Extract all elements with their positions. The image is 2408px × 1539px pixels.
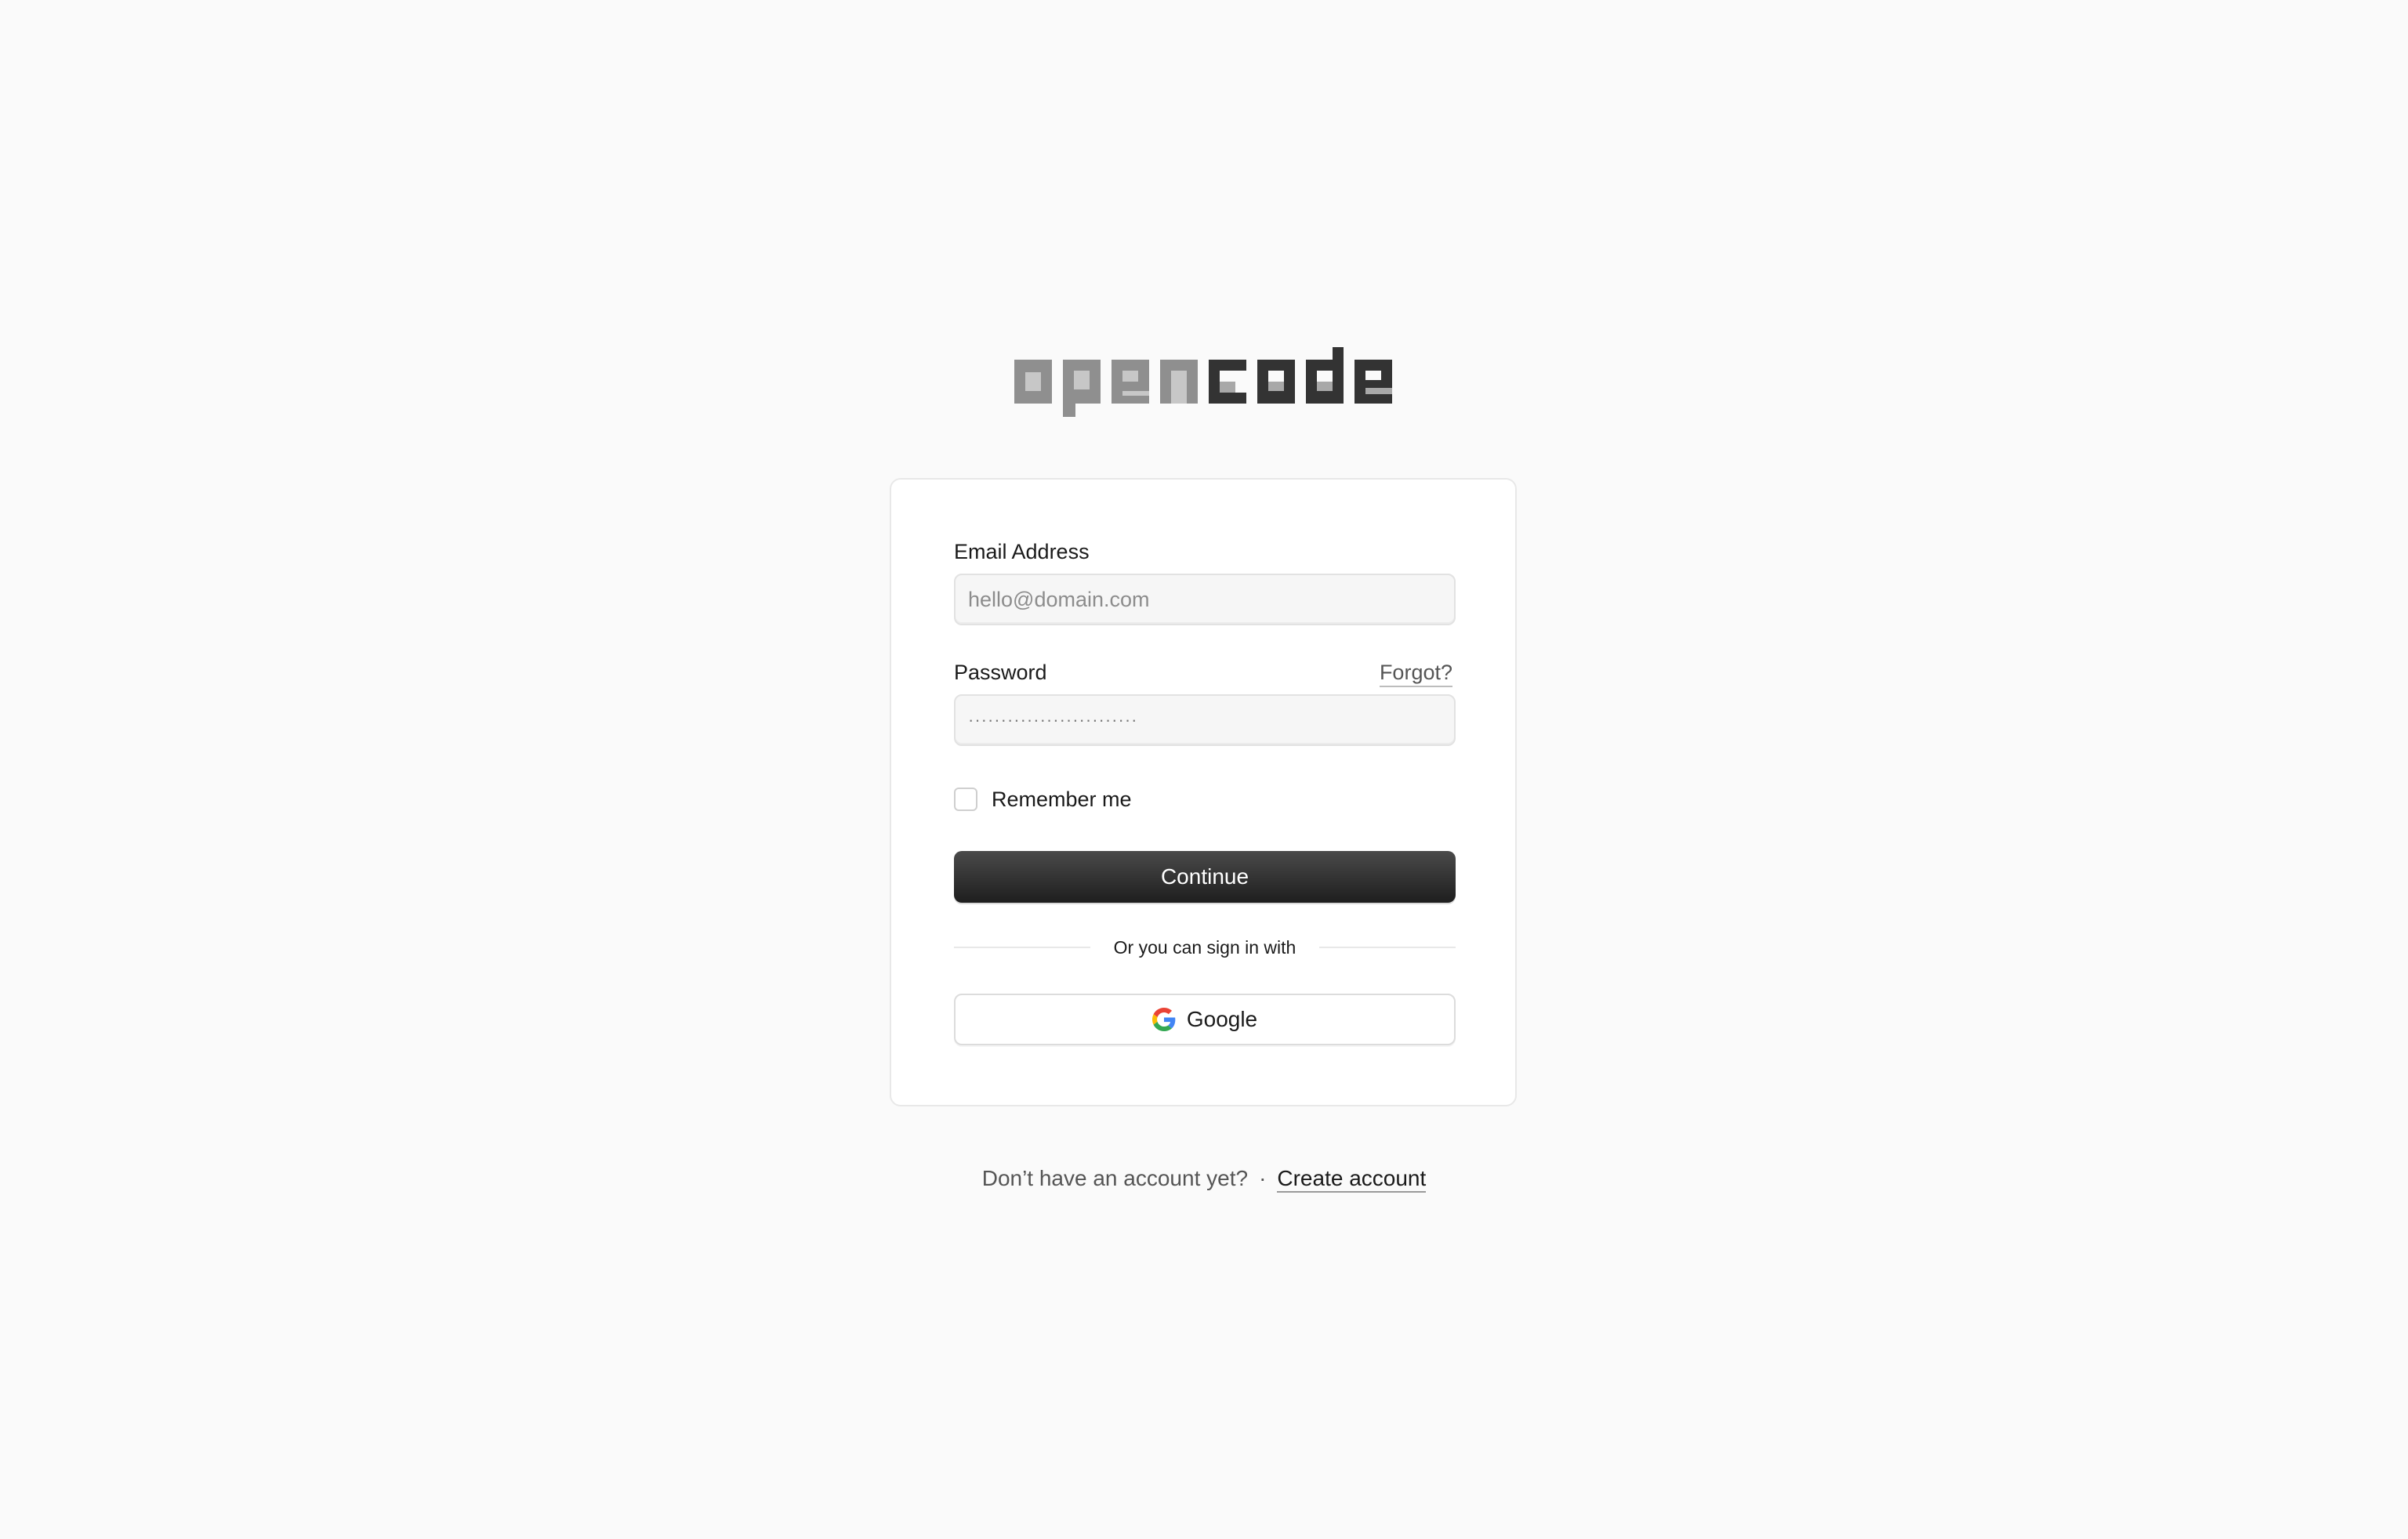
remember-me-row[interactable]: Remember me: [954, 785, 1132, 813]
signup-prompt-text: Don’t have an account yet?: [981, 1166, 1249, 1190]
divider-line-left: [954, 947, 1090, 948]
password-label: Password: [954, 661, 1047, 684]
google-icon: [1151, 1008, 1176, 1031]
logo-code-part: [1209, 347, 1392, 404]
divider-line-right: [1319, 947, 1456, 948]
opencode-logo: [1014, 347, 1394, 417]
remember-me-checkbox[interactable]: [954, 788, 977, 811]
create-account-link[interactable]: Create account: [1277, 1166, 1427, 1193]
sign-in-divider: Or you can sign in with: [954, 936, 1456, 959]
google-sign-in-button[interactable]: Google: [954, 994, 1456, 1045]
footer-separator: ·: [1259, 1166, 1267, 1190]
continue-button[interactable]: Continue: [954, 851, 1456, 903]
signup-prompt: Don’t have an account yet? · Create accoun…: [0, 1164, 2408, 1193]
email-input[interactable]: [954, 574, 1456, 625]
login-card: Email Address Password Forgot? Remember …: [890, 478, 1517, 1106]
google-button-label: Google: [1186, 1007, 1258, 1031]
forgot-password-link[interactable]: Forgot?: [1379, 660, 1452, 687]
email-label: Email Address: [954, 540, 1090, 563]
remember-me-label: Remember me: [992, 787, 1132, 811]
opencode-logo-graphic: [1014, 347, 1392, 417]
logo-open-part: [1014, 360, 1198, 417]
divider-text: Or you can sign in with: [1113, 936, 1296, 958]
password-input[interactable]: [954, 694, 1456, 746]
